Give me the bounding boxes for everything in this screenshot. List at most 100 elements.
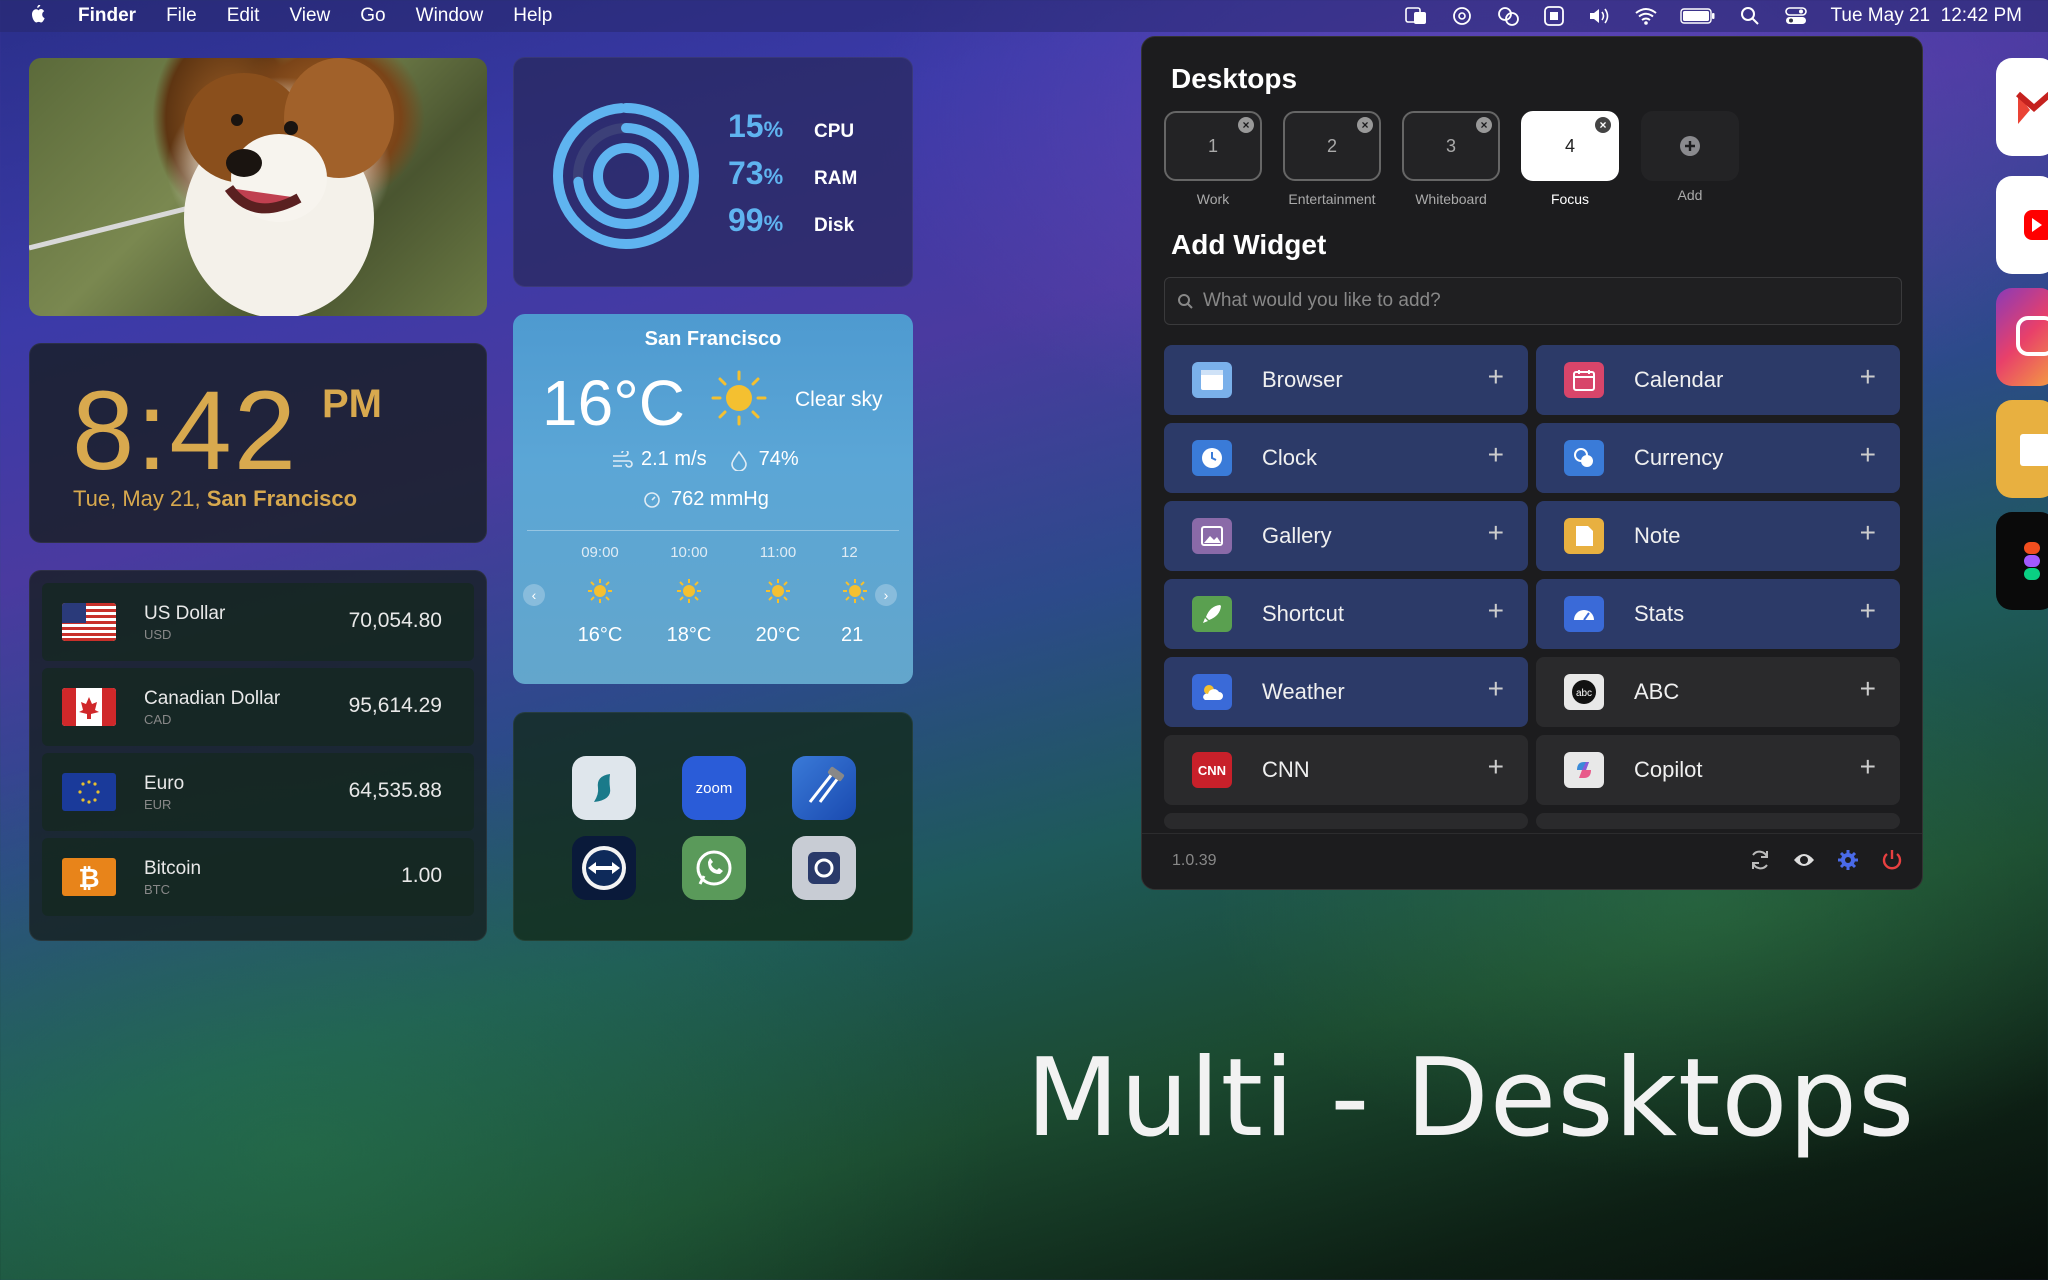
eye-icon[interactable] [1792,848,1816,872]
widget-card-currency[interactable]: Currency + [1536,423,1900,493]
currency-icon [1564,440,1604,476]
widget-card-clock[interactable]: Clock + [1164,423,1528,493]
currency-code: CAD [144,712,172,727]
add-icon[interactable]: + [1488,361,1504,393]
whatsapp-icon[interactable] [682,836,746,900]
menu-window[interactable]: Window [416,5,484,27]
hourly-item: 09:00 16°C [577,544,623,646]
refresh-icon[interactable] [1748,848,1772,872]
add-icon[interactable]: + [1488,595,1504,627]
sun-icon [766,579,790,603]
widget-card-cnn[interactable]: CNN CNN + [1164,735,1528,805]
add-icon[interactable]: + [1860,439,1876,471]
desktop-tile-4[interactable]: 4 × [1521,111,1619,181]
add-icon[interactable]: + [1488,751,1504,783]
add-icon[interactable]: + [1860,595,1876,627]
widget-card-shortcut[interactable]: Shortcut + [1164,579,1528,649]
widget-card-weather[interactable]: Weather + [1164,657,1528,727]
weather-next-arrow[interactable]: › [875,584,897,606]
widget-card-copilot[interactable]: Copilot + [1536,735,1900,805]
menu-app-name[interactable]: Finder [78,5,136,27]
weather-prev-arrow[interactable]: ‹ [523,584,545,606]
svg-text:₿: ₿ [78,863,99,893]
wifi-icon[interactable] [1634,6,1658,26]
photo-widget [29,58,487,316]
add-icon[interactable]: + [1488,517,1504,549]
apple-icon[interactable] [26,5,48,27]
stats-widget[interactable]: 15% CPU 73% RAM 99% Disk [513,57,913,287]
add-icon[interactable]: + [1860,673,1876,705]
humidity-icon [730,450,747,471]
xcode-icon[interactable] [792,756,856,820]
widget-card-abc[interactable]: abc ABC + [1536,657,1900,727]
desktop-tile-2[interactable]: 2 × [1283,111,1381,181]
currency-row-eur[interactable]: Euro EUR 64,535.88 [42,753,474,831]
menu-view[interactable]: View [289,5,330,27]
weather-humidity: 74% [758,448,799,470]
widget-app-icon[interactable] [1542,6,1566,26]
close-icon[interactable]: × [1238,117,1254,133]
add-icon[interactable]: + [1860,751,1876,783]
clock-city: San Francisco [206,486,358,511]
widget-card-partial [1164,813,1528,829]
add-desktop-button[interactable] [1641,111,1739,181]
stat-disk: 99% Disk [728,202,855,238]
currency-widget[interactable]: US Dollar USD 70,054.80 Canadian Dollar … [29,570,487,941]
wind-icon [613,450,633,468]
widget-card-browser[interactable]: Browser + [1164,345,1528,415]
close-icon[interactable]: × [1595,117,1611,133]
widget-card-gallery[interactable]: Gallery + [1164,501,1528,571]
menu-datetime[interactable]: Tue May 21 12:42 PM [1830,5,2022,27]
dock-instagram-icon[interactable] [1996,288,2048,386]
widget-search-input[interactable]: What would you like to add? [1164,277,1902,325]
dock-youtube-icon[interactable] [1996,176,2048,274]
currency-menu-icon[interactable] [1496,6,1520,26]
dock-gmail-icon[interactable] [1996,58,2048,156]
menu-go[interactable]: Go [360,5,385,27]
currency-row-btc[interactable]: ₿ Bitcoin BTC 1.00 [42,838,474,916]
currency-row-usd[interactable]: US Dollar USD 70,054.80 [42,583,474,661]
spotlight-search-icon[interactable] [1738,6,1762,26]
translate-icon[interactable] [1404,6,1428,26]
zoom-icon[interactable]: zoom [682,756,746,820]
weather-widget[interactable]: San Francisco 16°C Clear sky 2.1 m/s 74%… [513,314,913,684]
add-icon[interactable]: + [1488,673,1504,705]
stats-icon [1564,596,1604,632]
widget-card-stats[interactable]: Stats + [1536,579,1900,649]
battery-icon[interactable] [1680,6,1716,26]
chatgpt-icon[interactable] [1450,6,1474,26]
add-icon[interactable]: + [1860,517,1876,549]
desktop-tile-3[interactable]: 3 × [1402,111,1500,181]
shortcut-widget[interactable]: zoom [513,712,913,941]
menu-edit[interactable]: Edit [227,5,260,27]
currency-row-cad[interactable]: Canadian Dollar CAD 95,614.29 [42,668,474,746]
desktop-tile-1[interactable]: 1 × [1164,111,1262,181]
gear-icon[interactable] [1836,848,1860,872]
sun-icon [677,579,701,603]
volume-icon[interactable] [1588,6,1612,26]
weather-pressure-row: 762 mmHg [643,488,769,511]
clock-widget[interactable]: 8:42 PM Tue, May 21, San Francisco [29,343,487,543]
add-icon[interactable]: + [1860,361,1876,393]
power-icon[interactable] [1880,848,1904,872]
close-icon[interactable]: × [1357,117,1373,133]
add-icon[interactable]: + [1488,439,1504,471]
currency-name: Euro [144,773,185,794]
weather-wind-row: 2.1 m/s 74% [611,448,799,471]
currency-name: US Dollar [144,603,226,624]
widget-card-note[interactable]: Note + [1536,501,1900,571]
close-icon[interactable]: × [1476,117,1492,133]
ca-flag-icon [62,688,116,726]
teamviewer-icon[interactable] [572,836,636,900]
dock-figma-icon[interactable] [1996,512,2048,610]
control-center-icon[interactable] [1784,6,1808,26]
stat-ram: 73% RAM [728,155,858,191]
stat-cpu: 15% CPU [728,108,855,144]
screenshot-icon[interactable] [792,836,856,900]
dock-notes-icon[interactable] [1996,400,2048,498]
menu-file[interactable]: File [166,5,197,27]
menu-help[interactable]: Help [513,5,552,27]
desktop-label: Entertainment [1288,191,1376,207]
widget-card-calendar[interactable]: Calendar + [1536,345,1900,415]
surfshark-icon[interactable] [572,756,636,820]
